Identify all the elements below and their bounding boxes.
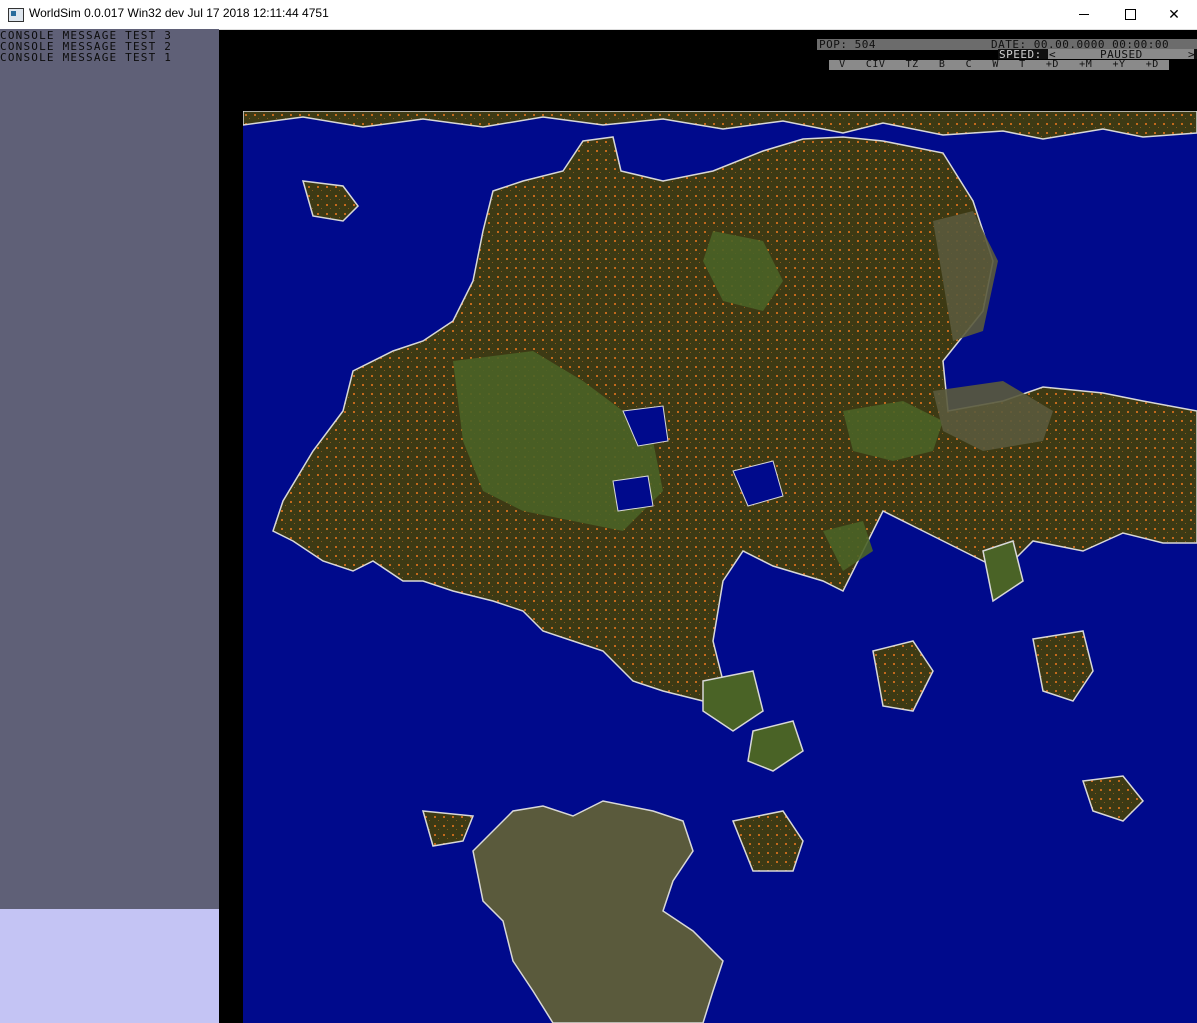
close-icon: ✕ [1168, 6, 1180, 23]
tab-v[interactable]: V [837, 60, 848, 70]
window-title: WorldSim 0.0.017 Win32 dev Jul 17 2018 1… [29, 6, 329, 20]
tab-add-day[interactable]: +D [1044, 60, 1061, 70]
minimize-button[interactable] [1061, 0, 1107, 29]
world-map-icon [243, 111, 1197, 1023]
tab-c[interactable]: C [964, 60, 975, 70]
tab-b[interactable]: B [937, 60, 948, 70]
world-map[interactable] [243, 111, 1197, 1023]
app-icon [8, 8, 24, 22]
population-readout: POP: 504 [819, 38, 876, 51]
title-bar: WorldSim 0.0.017 Win32 dev Jul 17 2018 1… [0, 0, 1197, 30]
tab-w[interactable]: W [990, 60, 1001, 70]
close-button[interactable]: ✕ [1151, 0, 1197, 29]
maximize-icon [1124, 9, 1136, 20]
tab-add-year[interactable]: +Y [1110, 60, 1127, 70]
console-panel: CONSOLE MESSAGE TEST 3 CONSOLE MESSAGE T… [0, 29, 219, 909]
tab-add-decade[interactable]: +D [1144, 60, 1161, 70]
maximize-button[interactable] [1107, 0, 1153, 29]
tab-civ[interactable]: CIV [864, 60, 888, 70]
tab-add-month[interactable]: +M [1077, 60, 1094, 70]
speed-increase-button[interactable]: > [1188, 49, 1195, 60]
tab-t[interactable]: T [1017, 60, 1028, 70]
tab-tz[interactable]: TZ [904, 60, 921, 70]
view-tabs: V CIV TZ B C W T +D +M +Y +D [829, 60, 1169, 70]
minimize-icon [1079, 14, 1089, 15]
console-message: CONSOLE MESSAGE TEST 1 [0, 51, 173, 64]
console-input-area[interactable] [0, 909, 219, 1023]
